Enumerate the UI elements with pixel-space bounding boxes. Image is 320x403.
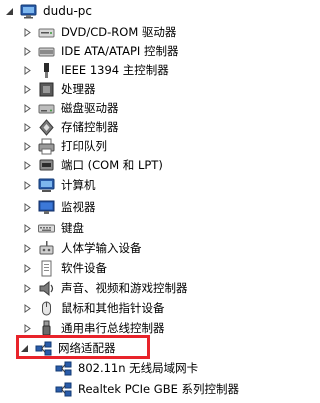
network-adapter-icon bbox=[55, 381, 72, 398]
tree-item-computer[interactable]: 计算机 bbox=[22, 174, 96, 196]
expand-arrow-icon[interactable] bbox=[22, 263, 32, 273]
tree-item-label: 端口 (COM 和 LPT) bbox=[61, 158, 163, 172]
highlight-box bbox=[16, 335, 150, 359]
tree-item-label: 键盘 bbox=[61, 221, 84, 235]
tree-item-label: 声音、视频和游戏控制器 bbox=[61, 281, 188, 295]
tree-item-software-device[interactable]: 软件设备 bbox=[22, 257, 107, 279]
network-adapter-icon bbox=[55, 360, 72, 377]
tree-item-label: 鼠标和其他指针设备 bbox=[61, 301, 165, 315]
usb-icon bbox=[38, 320, 55, 337]
tree-item-sound-video-game[interactable]: 声音、视频和游戏控制器 bbox=[22, 277, 188, 299]
keyboard-icon bbox=[38, 220, 55, 237]
software-device-icon bbox=[38, 260, 55, 277]
dvd-drive-icon bbox=[38, 24, 55, 41]
expand-arrow-icon[interactable] bbox=[22, 46, 32, 56]
printer-icon bbox=[38, 138, 55, 155]
sound-icon bbox=[38, 280, 55, 297]
collapse-arrow-icon[interactable] bbox=[4, 6, 14, 16]
expand-arrow-icon[interactable] bbox=[22, 141, 32, 151]
tree-item-hid[interactable]: 人体学输入设备 bbox=[22, 237, 142, 259]
tree-item-monitor[interactable]: 监视器 bbox=[22, 196, 96, 218]
expand-arrow-icon[interactable] bbox=[22, 27, 32, 37]
disk-drive-icon bbox=[38, 100, 55, 117]
tree-item-keyboard[interactable]: 键盘 bbox=[22, 217, 84, 239]
expand-arrow-icon[interactable] bbox=[22, 323, 32, 333]
expand-arrow-icon[interactable] bbox=[22, 283, 32, 293]
expand-arrow-icon[interactable] bbox=[22, 84, 32, 94]
tree-root-dudu-pc[interactable]: dudu-pc bbox=[4, 0, 92, 22]
processor-icon bbox=[38, 81, 55, 98]
tree-item-mouse[interactable]: 鼠标和其他指针设备 bbox=[22, 297, 165, 319]
port-icon bbox=[38, 157, 55, 174]
tree-item-label: 监视器 bbox=[61, 200, 96, 214]
mouse-icon bbox=[38, 300, 55, 317]
computer-icon bbox=[38, 177, 55, 194]
tree-item-ports[interactable]: 端口 (COM 和 LPT) bbox=[22, 154, 163, 176]
expand-arrow-icon[interactable] bbox=[22, 202, 32, 212]
expand-arrow-icon[interactable] bbox=[22, 223, 32, 233]
tree-root-label: dudu-pc bbox=[43, 4, 92, 18]
expand-arrow-icon[interactable] bbox=[22, 180, 32, 190]
tree-item-label: 计算机 bbox=[61, 178, 96, 192]
tree-child-label: 802.11n 无线局域网卡 bbox=[78, 361, 199, 375]
tree-child-realtek-adapter[interactable]: Realtek PCIe GBE 系列控制器 bbox=[55, 378, 239, 400]
expand-arrow-icon[interactable] bbox=[22, 65, 32, 75]
firewire-icon bbox=[38, 62, 55, 79]
device-tree: dudu-pc DVD/CD-ROM 驱动器 IDE ATA/ATAPI 控制器 bbox=[0, 0, 266, 403]
tree-child-label: Realtek PCIe GBE 系列控制器 bbox=[78, 382, 239, 396]
tree-child-wireless-adapter[interactable]: 802.11n 无线局域网卡 bbox=[55, 357, 198, 379]
tree-item-label: 人体学输入设备 bbox=[61, 241, 142, 255]
expand-arrow-icon[interactable] bbox=[22, 243, 32, 253]
hid-icon bbox=[38, 240, 55, 257]
expand-arrow-icon[interactable] bbox=[22, 303, 32, 313]
expand-arrow-icon[interactable] bbox=[22, 122, 32, 132]
storage-controller-icon bbox=[38, 118, 55, 136]
computer-icon bbox=[20, 3, 37, 20]
monitor-icon bbox=[38, 199, 55, 216]
ide-controller-icon bbox=[38, 43, 55, 60]
expand-arrow-icon[interactable] bbox=[22, 160, 32, 170]
expand-arrow-icon[interactable] bbox=[22, 103, 32, 113]
tree-item-label: 软件设备 bbox=[61, 261, 107, 275]
